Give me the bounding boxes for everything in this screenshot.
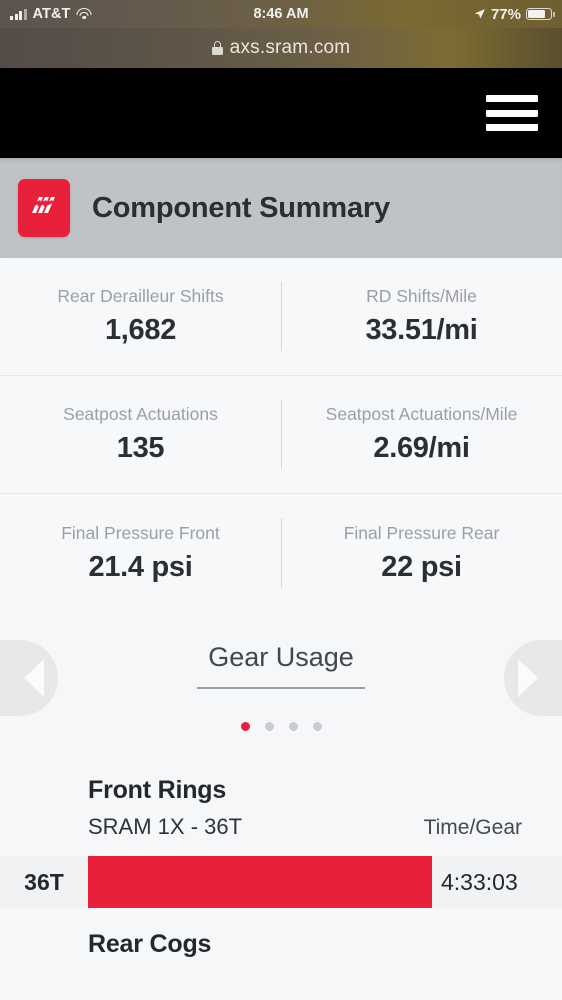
stat-cell-final-pressure-front: Final Pressure Front 21.4 psi [0,494,281,612]
gear-bar-fill [88,856,432,908]
carousel-dot-3[interactable] [288,722,298,731]
stat-value: 33.51/mi [365,314,478,346]
stat-divider [281,282,282,351]
gear-usage-panel: Front Rings SRAM 1X - 36T Time/Gear 36T … [0,762,562,959]
url-text: axs.sram.com [229,37,351,58]
stat-label: Seatpost Actuations [63,404,218,424]
stat-divider [281,518,282,588]
stat-row: Rear Derailleur Shifts 1,682 RD Shifts/M… [0,258,562,376]
stat-value: 135 [116,432,165,464]
lock-icon [211,41,223,55]
page-content: Component Summary Rear Derailleur Shifts… [0,158,562,1000]
battery-icon [526,7,555,21]
component-summary-header: Component Summary [0,158,562,258]
stat-row: Seatpost Actuations 135 Seatpost Actuati… [0,376,562,494]
gear-bar-value-label: 4:33:03 [441,868,518,895]
stat-label: Seatpost Actuations/Mile [325,404,518,424]
page-title: Component Summary [92,191,390,224]
stat-cell-seatpost-actuations-per-mile: Seatpost Actuations/Mile 2.69/mi [281,376,562,493]
carousel-title-wrap: Gear Usage [0,642,562,689]
stat-label: RD Shifts/Mile [366,286,477,306]
site-nav-bar [0,68,562,158]
front-rings-spec: SRAM 1X - 36T [88,814,243,839]
front-rings-header: Front Rings SRAM 1X - 36T Time/Gear [0,762,562,840]
gear-bar-category-label: 36T [24,868,64,895]
rear-cogs-heading: Rear Cogs [88,930,212,958]
carousel-dot-1[interactable] [240,722,250,731]
stat-label: Rear Derailleur Shifts [57,286,224,306]
chart-carousel: Gear Usage [0,612,562,762]
gear-bar-row: 36T 4:33:03 [0,856,562,908]
hamburger-menu-icon[interactable] [486,95,538,131]
browser-url-bar[interactable]: axs.sram.com [0,28,562,68]
stat-value: 2.69/mi [373,432,470,464]
sram-axs-logo-icon [18,179,70,237]
stat-value: 21.4 psi [88,550,193,583]
front-rings-heading: Front Rings [88,776,227,804]
stat-value: 22 psi [381,550,462,583]
stat-divider [281,400,282,469]
stat-cell-seatpost-actuations: Seatpost Actuations 135 [0,376,281,493]
stat-label: Final Pressure Front [61,522,220,543]
ios-status-bar: AT&T 8:46 AM 77% [0,0,562,28]
stat-row: Final Pressure Front 21.4 psi Final Pres… [0,494,562,612]
stat-cell-rd-shifts-per-mile: RD Shifts/Mile 33.51/mi [281,258,562,375]
status-bar-clock: 8:46 AM [253,6,309,22]
carousel-dot-4[interactable] [312,722,322,731]
stat-value: 1,682 [104,314,177,346]
gear-bar-track [88,856,432,908]
carousel-dot-2[interactable] [264,722,274,731]
stat-cell-rear-derailleur-shifts: Rear Derailleur Shifts 1,682 [0,258,281,375]
component-stats: Rear Derailleur Shifts 1,682 RD Shifts/M… [0,258,562,612]
carousel-title: Gear Usage [197,642,365,689]
stat-label: Final Pressure Rear [343,522,500,543]
carousel-pagination [0,722,562,731]
front-rings-subrow: SRAM 1X - 36T Time/Gear [88,814,562,840]
stat-cell-final-pressure-rear: Final Pressure Rear 22 psi [281,494,562,612]
time-per-gear-header: Time/Gear [423,816,522,839]
phone-screen: AT&T 8:46 AM 77% axs.sram.com Component … [0,0,562,1000]
